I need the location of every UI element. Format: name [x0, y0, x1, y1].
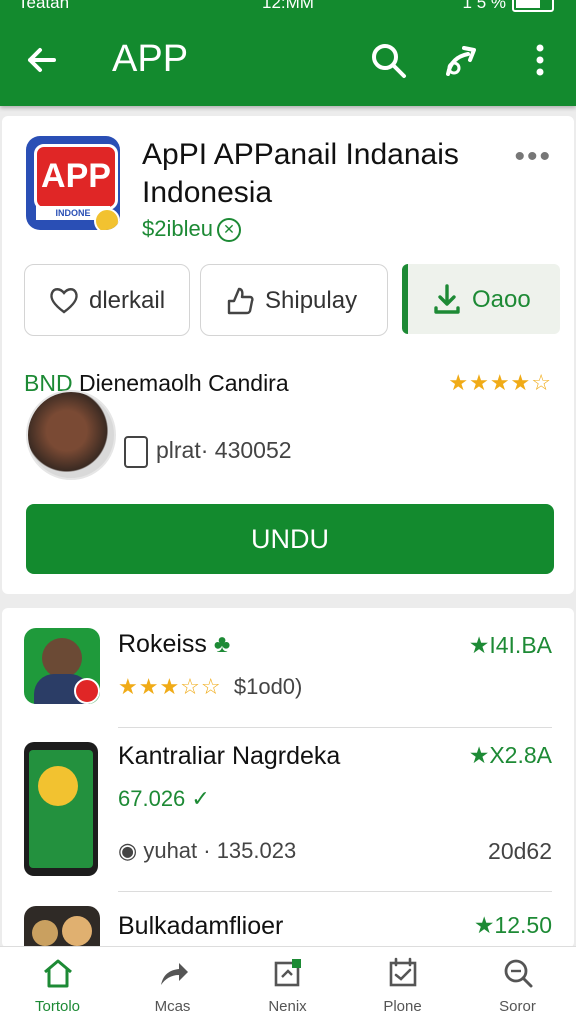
- app-meta: plrat· 430052: [124, 436, 292, 468]
- search-icon[interactable]: [366, 38, 410, 82]
- leaf-icon: ♣: [213, 630, 231, 658]
- list-item-rating: ★X2.8A: [468, 742, 552, 768]
- phone-icon: [124, 436, 148, 468]
- status-bar: Teatan 12:MM 1 5 %: [0, 0, 576, 20]
- share-label: Shipulay: [265, 287, 358, 314]
- battery-percent: 1 5 %: [462, 0, 506, 12]
- badge-icon: ◉: [118, 838, 138, 863]
- app-detail-card: APP INDONE ApPI APPanail Indanais Indone…: [2, 116, 574, 594]
- apps-icon: [274, 959, 301, 987]
- back-arrow-icon[interactable]: [20, 38, 64, 82]
- app-logo[interactable]: APP INDONE: [26, 136, 120, 230]
- nav-share[interactable]: Mcas: [115, 947, 230, 1025]
- status-time: 12:MM: [262, 0, 314, 12]
- verified-icon: ✓: [191, 786, 210, 811]
- more-options-icon[interactable]: •••: [514, 140, 552, 174]
- toolbar-title: APP: [112, 38, 189, 80]
- nav-apps[interactable]: Nenix: [230, 947, 345, 1025]
- share-icon[interactable]: [440, 38, 484, 82]
- calendar-icon: [389, 957, 416, 987]
- home-icon: [43, 959, 72, 988]
- list-item-size: 67.026: [118, 786, 186, 811]
- search-icon: [504, 959, 532, 988]
- app-rating-stars: ★★★★☆: [448, 370, 552, 395]
- list-item-extra: 20d62: [488, 838, 552, 864]
- install-button[interactable]: UNDU: [26, 504, 554, 574]
- wishlist-button[interactable]: dlerkail: [24, 264, 190, 336]
- developer-avatar[interactable]: [26, 390, 116, 480]
- app-bar: Teatan 12:MM 1 5 % APP: [0, 0, 576, 106]
- app-thumbnail: [24, 906, 100, 948]
- wishlist-label: dlerkail: [89, 287, 166, 314]
- list-item-stars: ★★★☆☆: [118, 674, 222, 699]
- nav-search[interactable]: Soror: [460, 947, 575, 1025]
- thumb-icon: [227, 287, 254, 315]
- share-arrow-icon: [160, 963, 188, 985]
- battery-icon: [512, 0, 554, 12]
- list-item-meta: ◉ yuhat · 135.023: [118, 838, 297, 863]
- list-item-name: Bulkadamflioer: [118, 912, 284, 940]
- download-icon: [434, 284, 460, 314]
- list-item-price: $1od0): [233, 674, 303, 699]
- list-item-sub: 67.026 ✓: [118, 786, 210, 812]
- bottom-nav: Tortolo Mcas Nenix Plone Soror: [0, 946, 576, 1025]
- nav-label: Tortolo: [34, 998, 81, 1015]
- app-title: ApPI APPanail Indanais Indonesia: [142, 138, 459, 209]
- list-item[interactable]: Kantraliar Nagrdeka ★X2.8A 67.026 ✓ ◉ yu…: [2, 728, 574, 892]
- list-item-name: Rokeiss ♣: [118, 630, 231, 658]
- list-item-rating: ★12.50: [473, 912, 552, 938]
- app-meta-text: plrat· 430052: [156, 437, 292, 464]
- app-thumbnail: [24, 628, 100, 704]
- related-apps-list: Rokeiss ♣ ★I4I.BA ★★★☆☆ $1od0) Kantralia…: [2, 608, 574, 948]
- app-thumbnail: [24, 742, 98, 876]
- nav-label: Nenix: [268, 998, 307, 1015]
- share-button[interactable]: Shipulay: [200, 264, 388, 336]
- nav-home[interactable]: Tortolo: [0, 947, 115, 1025]
- list-item[interactable]: Rokeiss ♣ ★I4I.BA ★★★☆☆ $1od0): [2, 608, 574, 728]
- list-item-rating: ★I4I.BA: [468, 632, 552, 658]
- more-vert-icon[interactable]: [518, 38, 562, 82]
- download-label: Oaoo: [472, 286, 531, 313]
- app-price: $2ibleu ✕: [142, 216, 241, 243]
- list-item[interactable]: Bulkadamflioer ★12.50: [2, 892, 574, 948]
- list-item-name: Kantraliar Nagrdeka: [118, 742, 341, 770]
- nav-label: Plone: [383, 998, 422, 1015]
- status-left: Teatan: [18, 0, 70, 12]
- heart-icon: [50, 288, 78, 314]
- app-price-text: $2ibleu: [142, 216, 213, 241]
- list-item-sub: ★★★☆☆ $1od0): [118, 674, 302, 700]
- verified-icon: ✕: [216, 218, 241, 243]
- nav-label: Mcas: [154, 998, 191, 1015]
- nav-label: Soror: [499, 998, 536, 1015]
- app-logo-text: APP: [34, 144, 118, 210]
- nav-calendar[interactable]: Plone: [345, 947, 460, 1025]
- developer-text: Dienemaolh Candira: [78, 370, 289, 396]
- download-button[interactable]: Oaoo: [402, 264, 560, 334]
- coin-icon: [94, 208, 120, 230]
- status-right: 1 5 %: [463, 0, 554, 13]
